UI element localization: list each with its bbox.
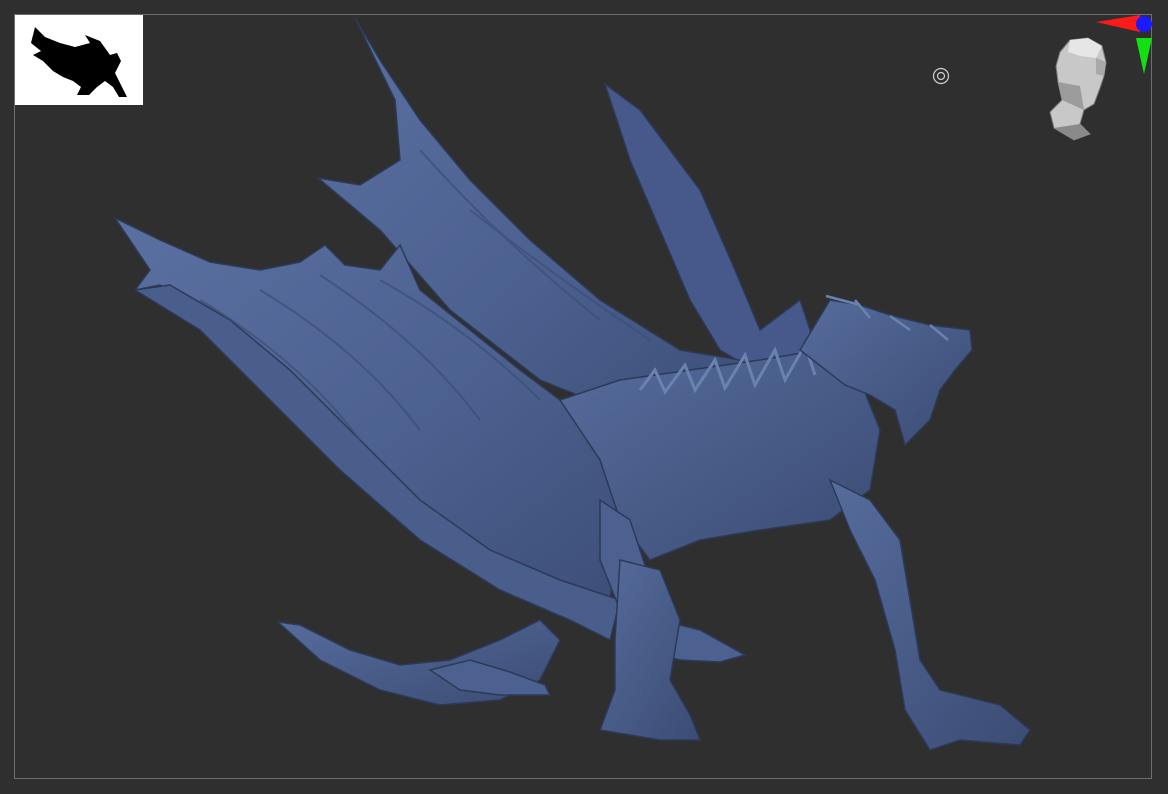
x-axis-arrow[interactable] xyxy=(1096,15,1140,32)
navigator-thumbnail[interactable] xyxy=(15,15,143,105)
dragon-silhouette-icon xyxy=(31,27,127,97)
front-leg-right xyxy=(828,478,1031,751)
pivot-circle-icon[interactable] xyxy=(932,67,950,85)
head-gizmo-icon[interactable] xyxy=(1040,12,1160,142)
head-bust xyxy=(1049,37,1107,141)
dragon-model[interactable] xyxy=(0,0,1168,794)
y-axis-arrow[interactable] xyxy=(1136,38,1152,74)
canvas-viewport[interactable] xyxy=(0,0,1168,794)
z-axis-dot[interactable] xyxy=(1136,16,1152,32)
